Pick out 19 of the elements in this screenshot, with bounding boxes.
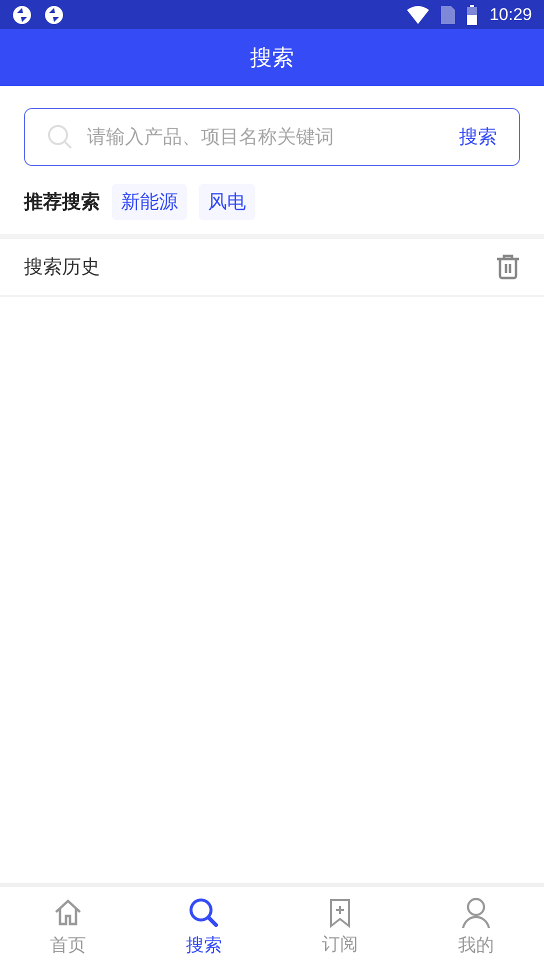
app-icon <box>12 4 32 24</box>
battery-icon <box>467 4 478 24</box>
user-icon <box>461 897 491 929</box>
page-title: 搜索 <box>250 44 294 72</box>
history-title: 搜索历史 <box>24 255 100 280</box>
search-icon <box>47 124 73 150</box>
recommend-label: 推荐搜索 <box>24 190 100 215</box>
nav-tab[interactable]: 搜索 <box>136 887 272 967</box>
search-button[interactable]: 搜索 <box>459 124 497 150</box>
search-field[interactable]: 请输入产品、项目名称关键词 搜索 <box>24 108 520 166</box>
trash-icon[interactable] <box>496 254 520 280</box>
app-icon <box>44 4 64 24</box>
search-icon <box>188 897 220 929</box>
status-time: 10:29 <box>489 4 532 24</box>
sim-icon <box>441 6 456 24</box>
wifi-icon <box>407 6 430 24</box>
keyword-tag[interactable]: 风电 <box>199 184 255 220</box>
keyword-tag[interactable]: 新能源 <box>112 184 187 220</box>
bookmark-plus-icon <box>328 898 352 928</box>
